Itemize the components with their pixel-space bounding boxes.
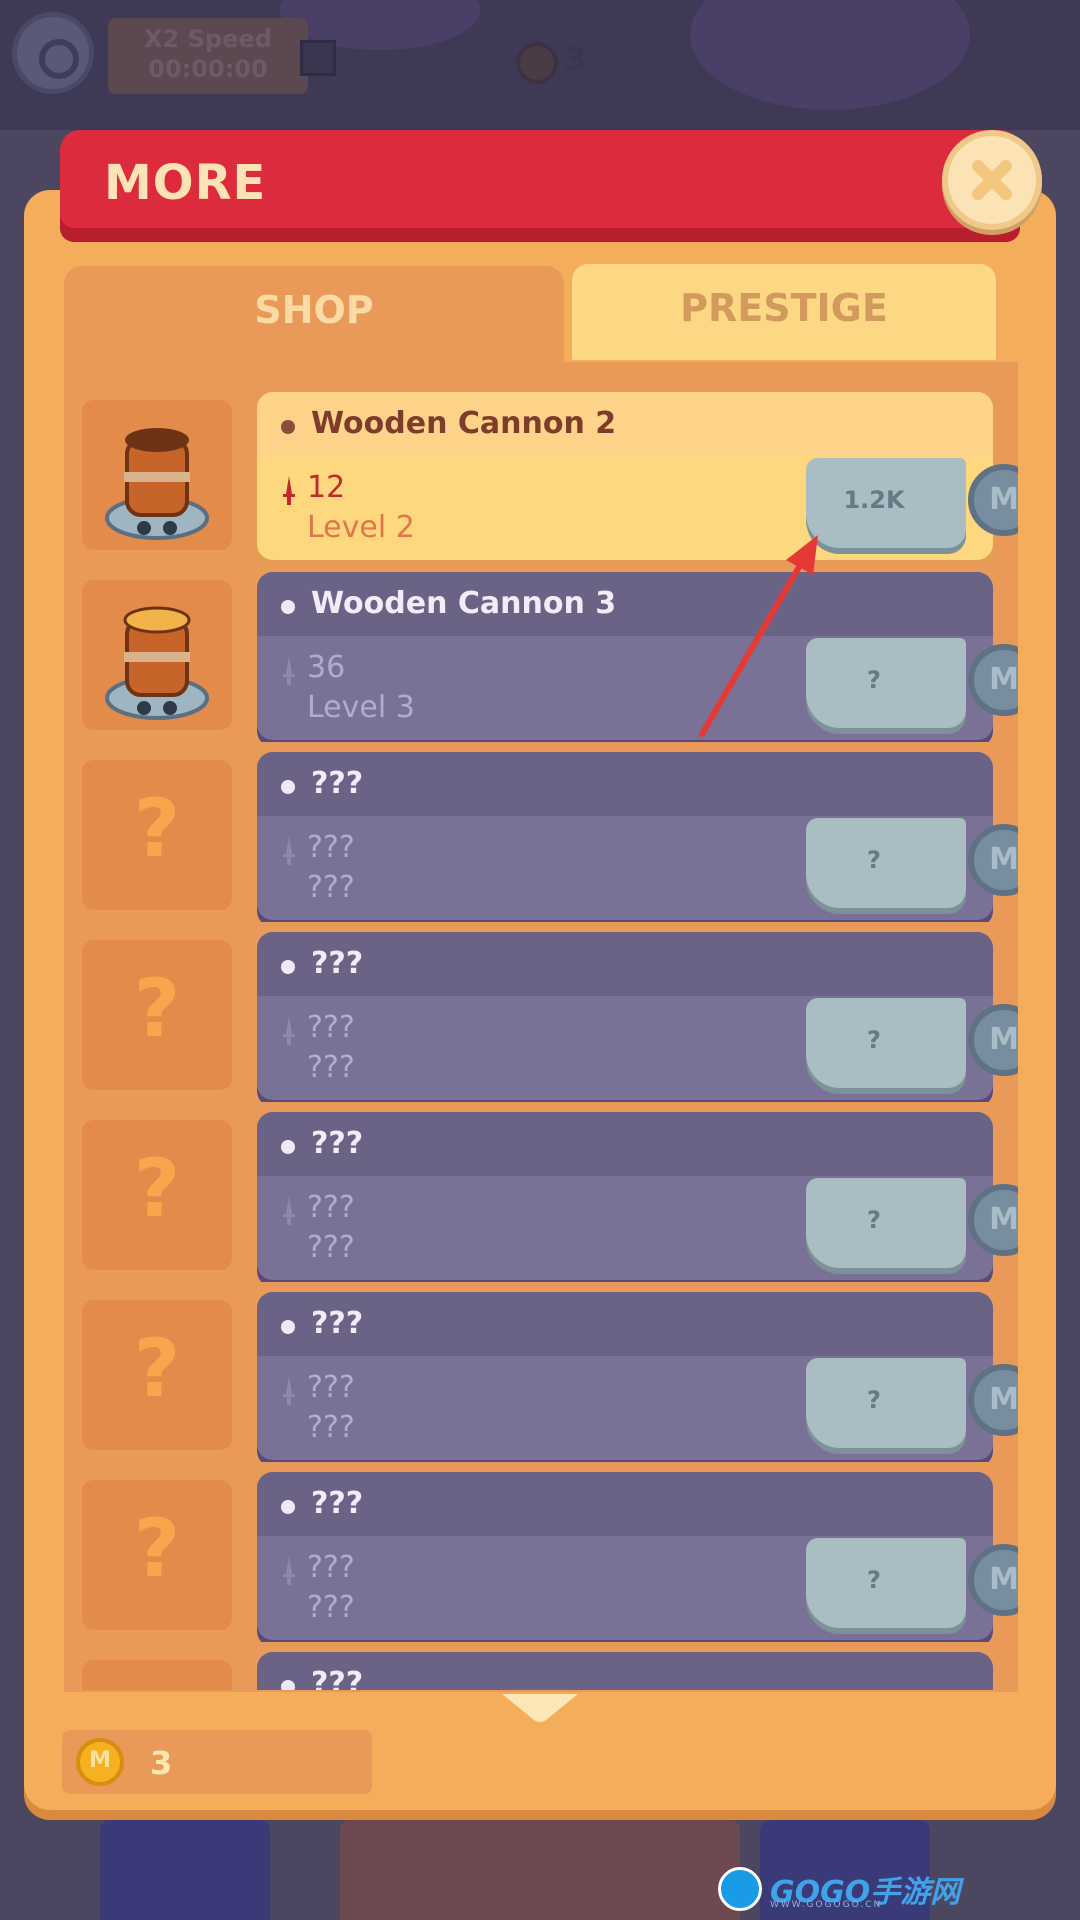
annotation-arrow-icon <box>699 535 818 737</box>
watermark-logo-icon <box>718 1867 762 1911</box>
watermark: GOGO手游网 WWW.GOGOGO.CN <box>718 1866 960 1912</box>
watermark-url: WWW.GOGOGO.CN <box>770 1900 883 1910</box>
